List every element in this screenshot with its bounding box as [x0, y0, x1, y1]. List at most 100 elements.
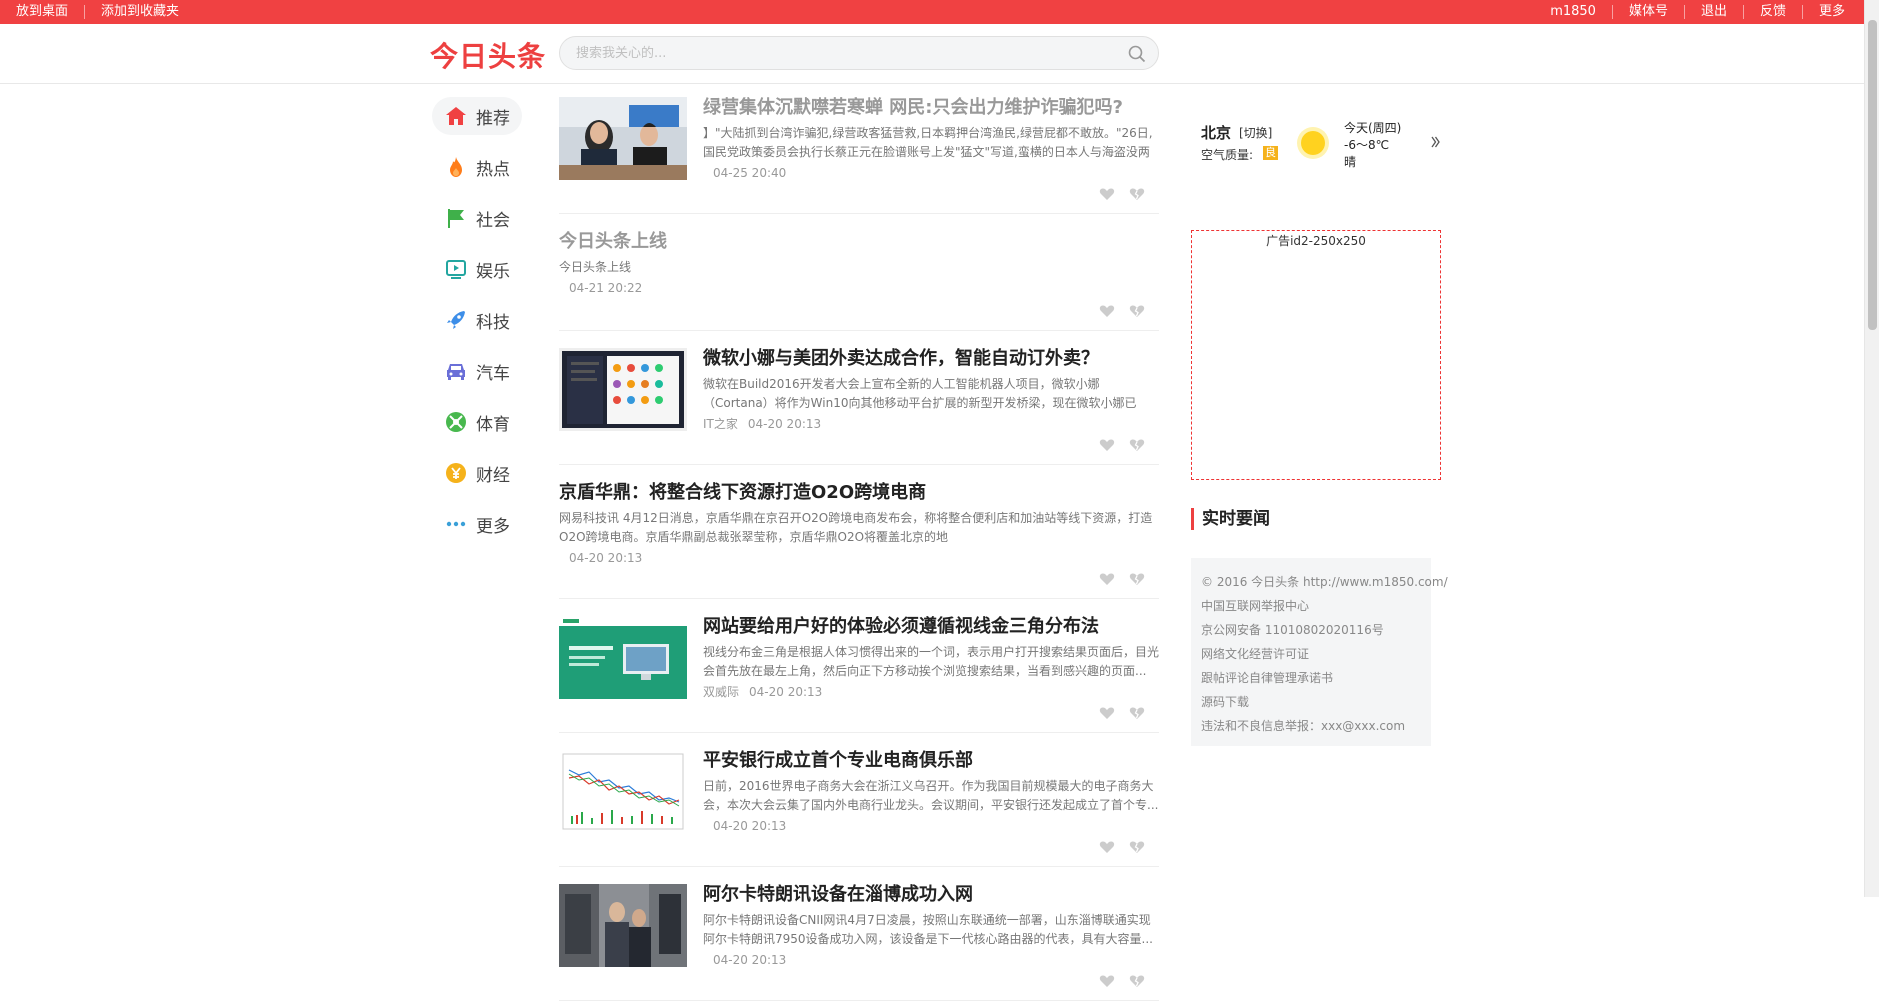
feed-item-title[interactable]: 微软小娜与美团外卖达成合作，智能自动订外卖？ [703, 348, 1159, 370]
feed-item-source[interactable]: IT之家 [703, 415, 738, 433]
ad-placeholder[interactable]: 广告id2-250x250 [1191, 230, 1441, 480]
footer-link-culture-license[interactable]: 网络文化经营许可证 [1201, 642, 1421, 666]
feed-item-actions [1099, 973, 1145, 987]
nav-item-2[interactable]: 社会 [432, 199, 522, 237]
feed-item-abstract: 视线分布金三角是根据人体习惯得出来的一个词，表示用户打开搜索结果页面后，目光会首… [703, 645, 1159, 678]
dislike-icon[interactable] [1129, 186, 1145, 200]
feed-item[interactable]: 绿营集体沉默噤若寒蝉 网民:只会出力维护诈骗犯吗? 】"大陆抓到台湾诈骗犯,绿营… [559, 97, 1159, 214]
nav-item-6[interactable]: 体育 [432, 403, 522, 441]
feed-item-text: 今日头条上线 今日头条上线 04-21 20:22 [559, 231, 1159, 297]
air-quality-label: 空气质量: [1201, 148, 1254, 162]
feed-item-time: 04-20 20:13 [747, 417, 822, 431]
footer-link-source-download[interactable]: 源码下载 [1201, 690, 1421, 714]
dislike-icon[interactable] [1129, 303, 1145, 317]
feed-item-meta: 双威际 04-20 20:13 [703, 683, 1159, 701]
top-bar: 放到桌面 添加到收藏夹 m1850 媒体号 退出 反馈 更多 [0, 0, 1879, 24]
play-icon [446, 260, 466, 279]
dislike-icon[interactable] [1129, 571, 1145, 585]
like-icon[interactable] [1099, 839, 1115, 853]
chevron-right-icon[interactable] [1431, 136, 1440, 148]
feed-item-actions [1099, 571, 1145, 585]
feed-item-title[interactable]: 今日头条上线 [559, 231, 1159, 253]
feed-item-actions [1099, 705, 1145, 719]
nav-item-label: 财经 [476, 465, 510, 486]
dislike-icon[interactable] [1129, 437, 1145, 451]
sport-icon [446, 412, 466, 432]
feed-item-meta: 04-25 20:40 [703, 164, 1159, 182]
footer-link-report-center[interactable]: 中国互联网举报中心 [1201, 594, 1421, 618]
site-header: 今日头条 [0, 24, 1864, 84]
feed-item-time: 04-20 20:13 [569, 551, 643, 565]
footer-link-comment-pledge[interactable]: 跟帖评论自律管理承诺书 [1201, 666, 1421, 690]
search-icon[interactable] [1128, 45, 1146, 63]
nav-item-1[interactable]: 热点 [432, 148, 522, 186]
scrollbar-thumb[interactable] [1868, 20, 1877, 330]
nav-item-3[interactable]: 娱乐 [432, 250, 522, 288]
nav-item-label: 社会 [476, 210, 510, 231]
feedback-link[interactable]: 反馈 [1742, 5, 1802, 19]
nav-item-label: 科技 [476, 312, 510, 333]
feed-item-abstract: 微软在Build2016开发者大会上宣布全新的人工智能机器人项目，微软小娜（Co… [703, 377, 1137, 410]
feed-item-title[interactable]: 京盾华鼎：将整合线下资源打造O2O跨境电商 [559, 482, 1159, 504]
more-link[interactable]: 更多 [1801, 5, 1861, 19]
nav-item-5[interactable]: 汽车 [432, 352, 522, 390]
feed-item-abstract: 今日头条上线 [559, 260, 632, 274]
site-logo[interactable]: 今日头条 [430, 35, 546, 75]
footer-link-police-record[interactable]: 京公网安备 11010802020116号 [1201, 618, 1421, 642]
search-input[interactable] [576, 37, 1116, 69]
city-switch-link[interactable]: [切换] [1239, 124, 1272, 141]
username-link[interactable]: m1850 [1534, 5, 1612, 19]
feed-item-meta: 04-20 20:13 [703, 951, 1159, 969]
nav-item-4[interactable]: 科技 [432, 301, 522, 339]
dislike-icon[interactable] [1129, 839, 1145, 853]
like-icon[interactable] [1099, 303, 1115, 317]
feed-item-abstract: 日前，2016世界电子商务大会在浙江义乌召开。作为我国目前规模最大的电子商务大会… [703, 779, 1159, 812]
feed-item[interactable]: 今日头条上线 今日头条上线 04-21 20:22 [559, 231, 1159, 331]
feed-item-meta: IT之家 04-20 20:13 [703, 415, 1159, 433]
hot-news-title: 实时要闻 [1191, 508, 1270, 530]
nav-item-label: 推荐 [476, 108, 510, 129]
feed-item-thumbnail[interactable] [559, 97, 687, 180]
like-icon[interactable] [1099, 973, 1115, 987]
nav-item-8[interactable]: 更多 [432, 505, 522, 543]
top-bar-left: 放到桌面 添加到收藏夹 [0, 0, 195, 24]
sun-icon [1297, 127, 1329, 159]
add-to-favorites-link[interactable]: 添加到收藏夹 [84, 5, 195, 19]
nav-item-0[interactable]: 推荐 [432, 97, 522, 135]
media-account-link[interactable]: 媒体号 [1611, 5, 1684, 19]
feed-item[interactable]: 网站要给用户好的体验必须遵循视线金三角分布法 视线分布金三角是根据人体习惯得出来… [559, 616, 1159, 733]
feed-item-time: 04-20 20:13 [713, 953, 787, 967]
page-scrollbar[interactable] [1864, 0, 1879, 897]
feed-item-thumbnail[interactable] [559, 348, 687, 431]
feed-item-thumbnail[interactable] [559, 750, 687, 833]
like-icon[interactable] [1099, 705, 1115, 719]
weather-temp: -6～8℃ [1344, 138, 1390, 152]
like-icon[interactable] [1099, 571, 1115, 585]
like-icon[interactable] [1099, 437, 1115, 451]
nav-item-label: 体育 [476, 414, 510, 435]
feed-item-thumbnail[interactable] [559, 884, 687, 967]
nav-item-label: 汽车 [476, 363, 510, 384]
feed-item-title[interactable]: 绿营集体沉默噤若寒蝉 网民:只会出力维护诈骗犯吗? [703, 97, 1159, 119]
add-to-desktop-link[interactable]: 放到桌面 [0, 5, 84, 19]
logout-link[interactable]: 退出 [1683, 5, 1743, 19]
feed-item[interactable]: 微软小娜与美团外卖达成合作，智能自动订外卖？ 微软在Build2016开发者大会… [559, 348, 1159, 465]
feed-item-title[interactable]: 网站要给用户好的体验必须遵循视线金三角分布法 [703, 616, 1159, 638]
dislike-icon[interactable] [1129, 973, 1145, 987]
dislike-icon[interactable] [1129, 705, 1145, 719]
nav-item-label: 更多 [476, 516, 510, 537]
feed-item-title[interactable]: 平安银行成立首个专业电商俱乐部 [703, 750, 1159, 772]
like-icon[interactable] [1099, 186, 1115, 200]
feed-item-title[interactable]: 阿尔卡特朗讯设备在淄博成功入网 [703, 884, 1159, 906]
feed-item-source[interactable]: 双威际 [703, 683, 739, 701]
feed-item-meta: 04-20 20:13 [559, 549, 1159, 567]
feed-item[interactable]: 平安银行成立首个专业电商俱乐部 日前，2016世界电子商务大会在浙江义乌召开。作… [559, 750, 1159, 867]
feed-item-thumbnail[interactable] [559, 616, 687, 699]
feed-item-actions [1099, 437, 1145, 451]
flag-icon [448, 209, 464, 228]
feed-item-text: 绿营集体沉默噤若寒蝉 网民:只会出力维护诈骗犯吗? 】"大陆抓到台湾诈骗犯,绿营… [703, 97, 1159, 182]
feed-item[interactable]: 阿尔卡特朗讯设备在淄博成功入网 阿尔卡特朗讯设备CNII网讯4月7日凌晨，按照山… [559, 884, 1159, 1001]
feed-item[interactable]: 京盾华鼎：将整合线下资源打造O2O跨境电商 网易科技讯 4月12日消息，京盾华鼎… [559, 482, 1159, 599]
nav-item-7[interactable]: 财经 [432, 454, 522, 492]
weather-city: 北京 [1201, 124, 1232, 142]
